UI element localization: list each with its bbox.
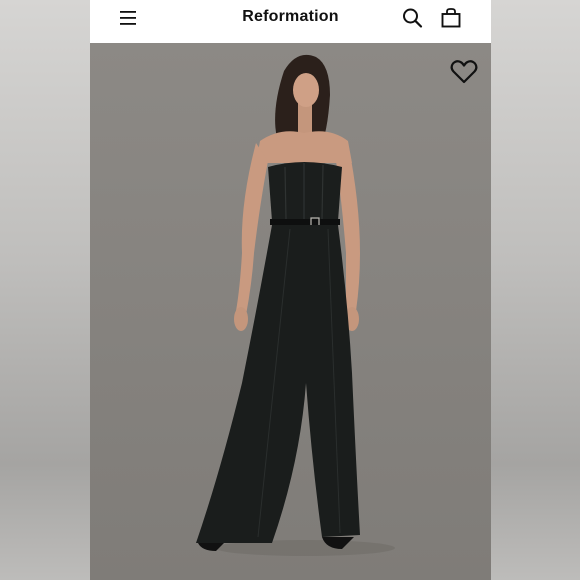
mobile-screen: Reformation xyxy=(90,0,491,580)
right-background-strip xyxy=(491,0,580,580)
search-icon xyxy=(403,8,423,28)
model-photo xyxy=(90,43,491,580)
left-background-strip xyxy=(0,0,90,580)
bag-icon xyxy=(441,8,461,28)
search-button[interactable] xyxy=(401,7,425,29)
shopping-bag-button[interactable] xyxy=(439,7,463,29)
site-header: Reformation xyxy=(90,0,491,43)
favorite-button[interactable] xyxy=(450,59,478,85)
brand-logo[interactable]: Reformation xyxy=(90,8,491,26)
product-image[interactable] xyxy=(90,43,491,580)
heart-icon xyxy=(450,60,478,84)
